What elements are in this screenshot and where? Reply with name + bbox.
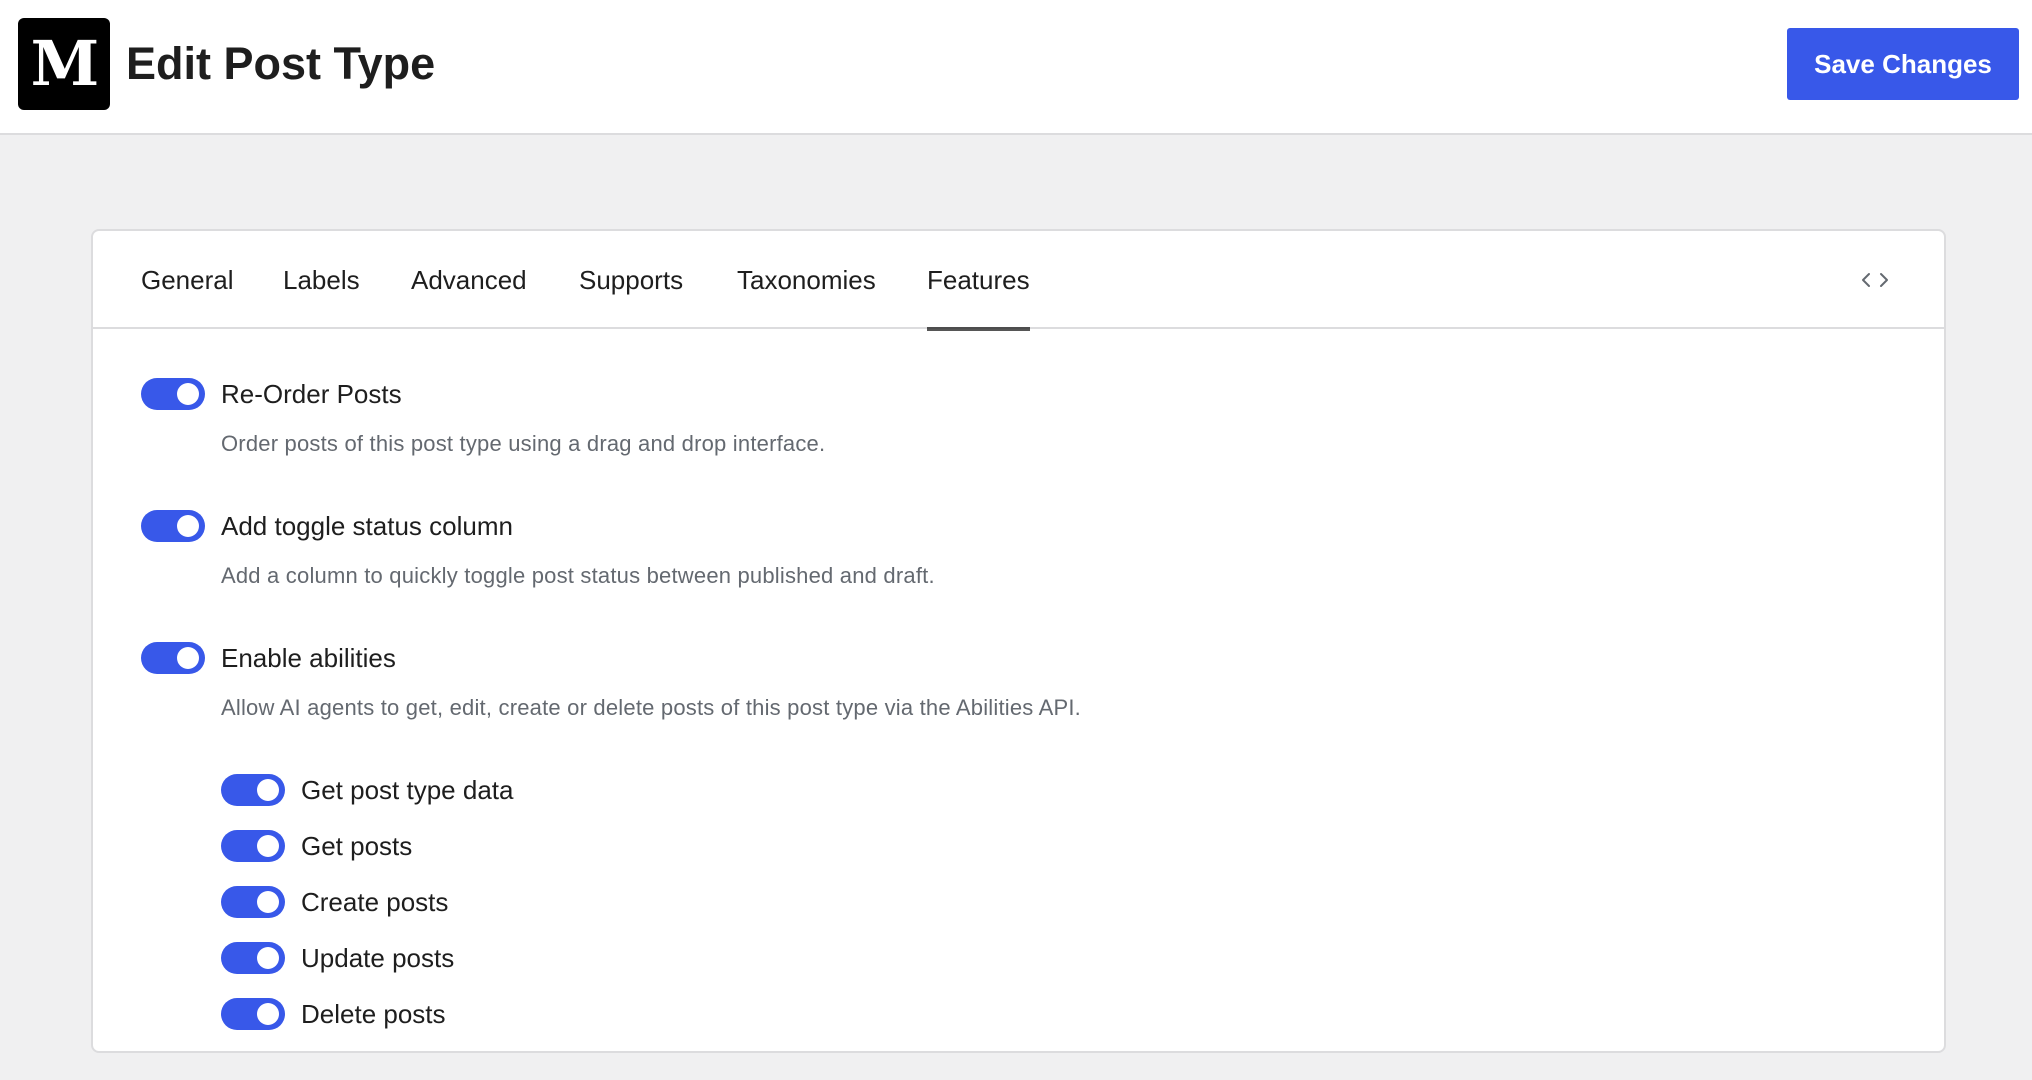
toggle-knob — [177, 383, 199, 405]
tab-labels[interactable]: Labels — [283, 231, 360, 329]
ability-create-posts: Create posts — [221, 886, 448, 918]
toggle-knob — [257, 779, 279, 801]
ability-label: Update posts — [301, 942, 455, 973]
page-title: Edit Post Type — [126, 38, 436, 89]
logo-letter: M — [30, 27, 100, 100]
top-bar: M Edit Post Type Save Changes — [0, 0, 2032, 135]
ability-get-posts: Get posts — [221, 830, 412, 862]
delete-posts-toggle[interactable] — [221, 998, 285, 1030]
ability-label: Create posts — [301, 886, 449, 917]
plugin-logo: M — [18, 18, 110, 110]
toggle-status-column-toggle[interactable] — [141, 510, 205, 542]
feature-toggle-status-column: Add toggle status column — [141, 510, 513, 542]
toggle-knob — [257, 835, 279, 857]
get-post-type-data-toggle[interactable] — [221, 774, 285, 806]
ability-label: Get post type data — [301, 774, 514, 805]
ability-update-posts: Update posts — [221, 942, 454, 974]
feature-description: Allow AI agents to get, edit, create or … — [221, 695, 1081, 720]
ability-get-post-type-data: Get post type data — [221, 774, 513, 806]
feature-label: Enable abilities — [221, 642, 396, 673]
save-changes-button[interactable]: Save Changes — [1787, 28, 2019, 100]
feature-label: Add toggle status column — [221, 510, 513, 541]
feature-reorder-posts: Re-Order Posts — [141, 378, 402, 410]
ability-label: Delete posts — [301, 998, 446, 1029]
feature-enable-abilities: Enable abilities — [141, 642, 396, 674]
tab-taxonomies[interactable]: Taxonomies — [737, 231, 876, 329]
tab-advanced[interactable]: Advanced — [411, 231, 527, 329]
toggle-knob — [177, 647, 199, 669]
toggle-knob — [257, 1003, 279, 1025]
update-posts-toggle[interactable] — [221, 942, 285, 974]
toggle-knob — [257, 891, 279, 913]
feature-label: Re-Order Posts — [221, 378, 402, 409]
toggle-knob — [257, 947, 279, 969]
code-brackets-icon[interactable] — [1858, 263, 1892, 297]
tab-features[interactable]: Features — [927, 231, 1030, 331]
tab-supports[interactable]: Supports — [579, 231, 683, 329]
enable-abilities-toggle[interactable] — [141, 642, 205, 674]
toggle-knob — [177, 515, 199, 537]
reorder-posts-toggle[interactable] — [141, 378, 205, 410]
tab-bar: General Labels Advanced Supports Taxonom… — [93, 231, 1944, 331]
ability-label: Get posts — [301, 830, 413, 861]
settings-card: General Labels Advanced Supports Taxonom… — [91, 229, 1946, 1053]
tab-general[interactable]: General — [141, 231, 234, 329]
ability-delete-posts: Delete posts — [221, 998, 446, 1030]
feature-description: Order posts of this post type using a dr… — [221, 431, 826, 456]
feature-description: Add a column to quickly toggle post stat… — [221, 563, 935, 588]
create-posts-toggle[interactable] — [221, 886, 285, 918]
get-posts-toggle[interactable] — [221, 830, 285, 862]
